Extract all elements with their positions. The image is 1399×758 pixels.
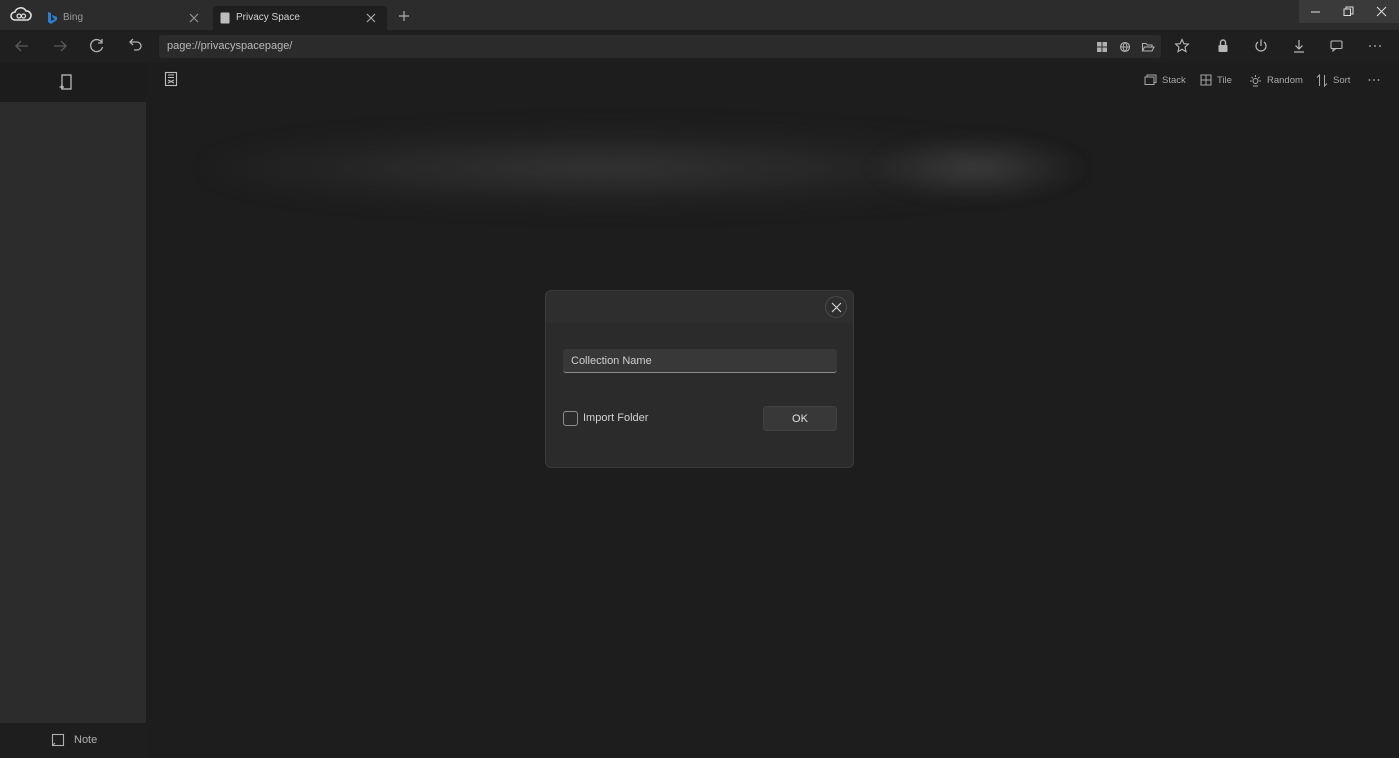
title-bar: Bing Privacy Space — [0, 0, 1399, 30]
back-icon[interactable] — [12, 37, 32, 55]
refresh-icon[interactable] — [87, 37, 107, 55]
globe-icon[interactable] — [1118, 40, 1132, 54]
download-icon[interactable] — [1290, 37, 1308, 55]
page-icon — [220, 12, 230, 24]
restore-button[interactable] — [1332, 0, 1365, 23]
tab-privacy-space[interactable]: Privacy Space — [213, 6, 387, 30]
dialog-header — [546, 291, 853, 323]
chat-icon[interactable] — [1328, 37, 1346, 55]
tab-title: Bing — [63, 12, 84, 23]
stack-view-button[interactable]: Stack — [1144, 72, 1186, 88]
address-url: page://privacyspacepage/ — [167, 40, 293, 52]
forward-icon[interactable] — [50, 37, 70, 55]
collection-name-input[interactable] — [563, 349, 837, 373]
close-tab-icon[interactable] — [186, 10, 202, 26]
tile-view-button[interactable]: Tile — [1200, 72, 1232, 88]
minimize-icon — [1311, 11, 1320, 13]
bing-icon — [48, 12, 57, 24]
restore-icon — [1343, 6, 1354, 16]
tab-bing[interactable]: Bing — [40, 6, 210, 30]
undo-icon[interactable] — [125, 37, 145, 55]
more-options-icon[interactable] — [1366, 37, 1384, 55]
import-folder-label[interactable]: Import Folder — [583, 412, 648, 424]
power-icon[interactable] — [1252, 37, 1270, 55]
navigation-bar: page://privacyspacepage/ — [0, 30, 1399, 63]
blurred-background-highlight — [866, 133, 1086, 203]
stack-label: Stack — [1162, 74, 1186, 86]
lock-icon[interactable] — [1214, 37, 1232, 55]
minimize-button[interactable] — [1299, 0, 1332, 23]
star-icon[interactable] — [1173, 37, 1191, 55]
import-folder-checkbox[interactable] — [563, 411, 578, 426]
sort-label: Sort — [1333, 74, 1351, 86]
close-icon — [831, 302, 842, 313]
random-label: Random — [1267, 74, 1303, 86]
new-collection-icon[interactable] — [58, 72, 76, 92]
sidebar-header — [0, 63, 146, 102]
close-window-button[interactable] — [1365, 0, 1399, 23]
grid-apps-icon[interactable] — [1095, 40, 1109, 54]
note-icon — [51, 733, 65, 747]
tab-title: Privacy Space — [236, 12, 300, 23]
stack-icon — [1144, 74, 1157, 85]
random-icon — [1250, 74, 1261, 86]
dialog-close-button[interactable] — [825, 296, 847, 318]
sort-icon — [1316, 73, 1328, 87]
collection-sidebar — [0, 102, 146, 723]
note-label: Note — [74, 734, 98, 746]
new-tab-icon[interactable] — [396, 8, 412, 24]
close-tab-icon[interactable] — [363, 10, 379, 26]
sidebar-footer[interactable]: Note — [0, 723, 146, 758]
folder-open-icon[interactable] — [1141, 40, 1155, 54]
archive-icon[interactable] — [164, 71, 178, 87]
new-collection-dialog: Import Folder OK — [545, 290, 854, 468]
more-options-icon[interactable] — [1366, 72, 1382, 88]
tile-label: Tile — [1217, 74, 1232, 86]
cloud-browser-logo-icon[interactable] — [10, 5, 32, 25]
sort-button[interactable]: Sort — [1316, 72, 1350, 88]
random-view-button[interactable]: Random — [1249, 72, 1303, 88]
ok-button[interactable]: OK — [763, 406, 837, 431]
tile-icon — [1200, 74, 1212, 86]
close-icon — [1376, 6, 1387, 17]
address-bar[interactable]: page://privacyspacepage/ — [159, 35, 1161, 58]
